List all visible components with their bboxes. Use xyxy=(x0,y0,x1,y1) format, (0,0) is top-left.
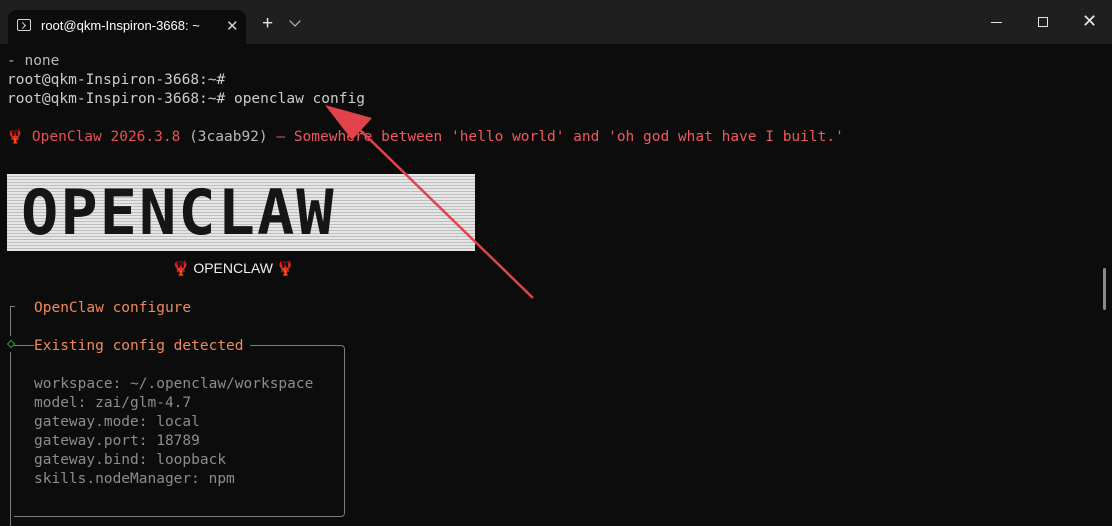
previous-output-line: - none xyxy=(7,53,60,69)
title-bar: root@qkm-Inspiron-3668: ~ ✕ + ✕ xyxy=(0,0,1112,44)
banner-caption-text: OPENCLAW xyxy=(189,260,277,276)
config-entry: workspace: ~/.openclaw/workspace xyxy=(34,376,314,392)
scrollbar-thumb[interactable] xyxy=(1103,268,1106,310)
maximize-icon[interactable] xyxy=(1038,17,1048,27)
terminal-icon xyxy=(17,19,31,31)
version-tagline: — Somewhere between 'hello world' and 'o… xyxy=(267,129,844,145)
minimize-icon[interactable] xyxy=(991,22,1002,23)
config-entry: skills.nodeManager: npm xyxy=(34,471,235,487)
config-entry: model: zai/glm-4.7 xyxy=(34,395,192,411)
tab-title: root@qkm-Inspiron-3668: ~ xyxy=(41,18,200,33)
prompt-line: root@qkm-Inspiron-3668:~# xyxy=(7,72,226,88)
close-icon[interactable]: ✕ xyxy=(1082,11,1097,31)
config-entry: gateway.bind: loopback xyxy=(34,452,227,468)
new-tab-button[interactable]: + xyxy=(262,14,273,34)
version-hash: (3caab92) xyxy=(189,129,268,145)
lobster-icon: 🦞 xyxy=(7,130,24,145)
openclaw-banner: OPENCLAW xyxy=(7,174,475,251)
version-name: OpenClaw 2026.3.8 xyxy=(31,129,181,145)
version-line: 🦞 OpenClaw 2026.3.8 (3caab92) — Somewher… xyxy=(7,128,844,147)
lobster-icon: 🦞 xyxy=(172,261,190,277)
config-entry: gateway.port: 18789 xyxy=(34,433,200,449)
terminal-tab[interactable]: root@qkm-Inspiron-3668: ~ ✕ xyxy=(8,10,246,44)
tree-corner xyxy=(10,306,15,307)
banner-caption: 🦞 OPENCLAW 🦞 xyxy=(172,260,294,277)
banner-text: OPENCLAW xyxy=(21,176,336,249)
tab-close-button[interactable]: ✕ xyxy=(226,17,239,35)
config-entry: gateway.mode: local xyxy=(34,414,200,430)
lobster-icon: 🦞 xyxy=(276,261,295,277)
command-line: root@qkm-Inspiron-3668:~# openclaw confi… xyxy=(7,91,365,107)
tree-line xyxy=(10,306,11,336)
chevron-down-icon[interactable] xyxy=(289,15,301,27)
configure-title: OpenClaw configure xyxy=(34,300,192,316)
config-detected-heading: Existing config detected xyxy=(34,337,250,356)
tree-line xyxy=(10,352,11,526)
